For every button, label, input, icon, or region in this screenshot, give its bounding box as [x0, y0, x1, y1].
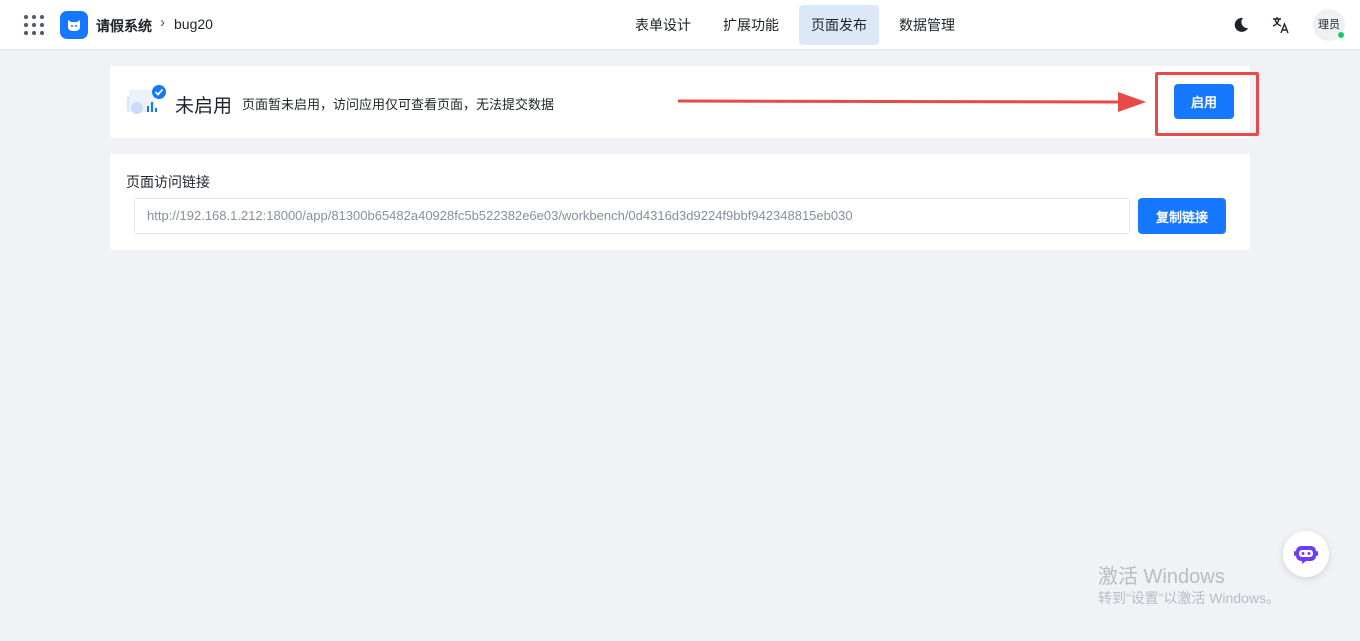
- status-title: 未启用: [175, 96, 233, 117]
- copy-link-button[interactable]: 复制链接: [1138, 198, 1226, 234]
- tab-form-design[interactable]: 表单设计: [623, 5, 703, 45]
- link-section-title: 页面访问链接: [126, 174, 210, 190]
- page-url-field[interactable]: http://192.168.1.212:18000/app/81300b654…: [134, 198, 1130, 234]
- app-logo-icon: [60, 11, 88, 39]
- top-bar: 请假系统 › bug20 表单设计 扩展功能 页面发布 数据管理 理员: [0, 0, 1360, 50]
- windows-activation-title: 激活 Windows: [1098, 566, 1225, 588]
- breadcrumb-page-name[interactable]: bug20: [174, 16, 213, 32]
- apps-grid-icon[interactable]: [24, 15, 44, 35]
- annotation-arrow: [678, 92, 1146, 112]
- tab-data-management[interactable]: 数据管理: [887, 5, 967, 45]
- avatar[interactable]: 理员: [1313, 9, 1345, 41]
- breadcrumb-separator: ›: [160, 14, 165, 31]
- assistant-bot-button[interactable]: [1283, 531, 1329, 577]
- tab-extensions[interactable]: 扩展功能: [711, 5, 791, 45]
- app-name[interactable]: 请假系统: [96, 16, 152, 36]
- online-status-dot: [1337, 31, 1345, 39]
- main-nav: 表单设计 扩展功能 页面发布 数据管理: [623, 5, 975, 45]
- windows-activation-subtitle: 转到“设置”以激活 Windows。: [1098, 590, 1281, 606]
- tab-page-publish[interactable]: 页面发布: [799, 5, 879, 45]
- moon-icon[interactable]: [1232, 16, 1250, 34]
- page-link-card: 页面访问链接 http://192.168.1.212:18000/app/81…: [110, 154, 1250, 250]
- status-description: 页面暂未启用，访问应用仅可查看页面，无法提交数据: [242, 97, 555, 112]
- publish-status-card: 未启用 页面暂未启用，访问应用仅可查看页面，无法提交数据 启用: [110, 66, 1259, 138]
- translate-icon[interactable]: [1272, 16, 1290, 34]
- avatar-text: 理员: [1318, 19, 1340, 31]
- publish-status-icon: [125, 84, 167, 120]
- robot-icon: [1294, 546, 1318, 564]
- enable-button[interactable]: 启用: [1174, 84, 1234, 119]
